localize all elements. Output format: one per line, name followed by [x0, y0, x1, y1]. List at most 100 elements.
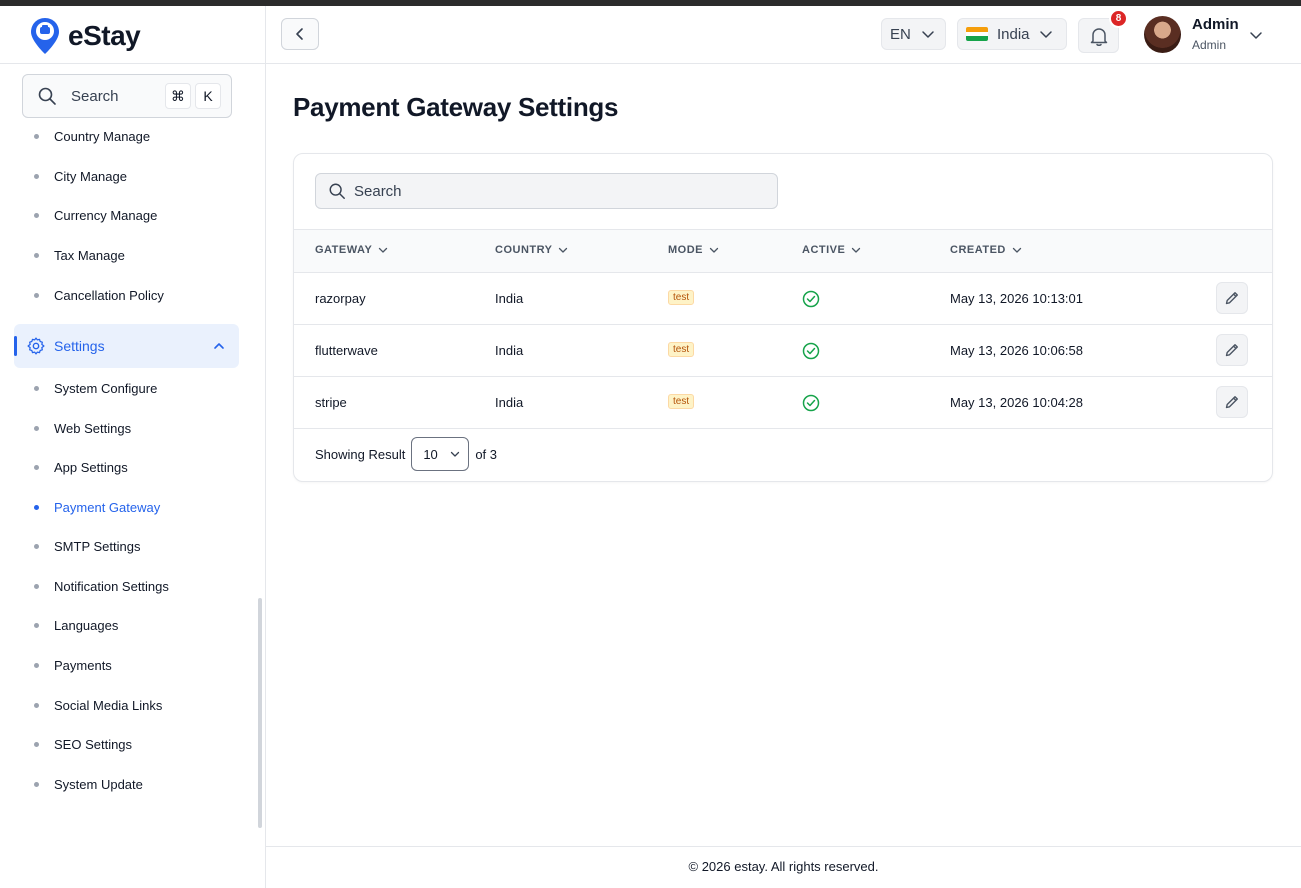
- sidebar-item-label: City Manage: [54, 168, 127, 184]
- column-header-label: COUNTRY: [495, 244, 553, 256]
- bullet-icon: [34, 133, 39, 139]
- chevron-down-icon: [450, 451, 459, 457]
- column-header-mode[interactable]: MODE: [668, 244, 719, 256]
- mode-badge: test: [668, 342, 695, 357]
- bullet-icon: [34, 543, 39, 549]
- sidebar-item-languages[interactable]: Languages: [34, 615, 118, 635]
- column-header-created[interactable]: CREATED: [950, 244, 1022, 256]
- sidebar-item-system-update[interactable]: System Update: [34, 774, 143, 794]
- sidebar-item-payments[interactable]: Payments: [34, 655, 112, 675]
- user-role: Admin: [1192, 38, 1227, 52]
- sidebar-item-label: Cancellation Policy: [54, 287, 164, 303]
- sidebar-scrollbar[interactable]: [258, 598, 262, 828]
- sidebar-item-country-manage[interactable]: Country Manage: [34, 126, 150, 146]
- sidebar-item-web-settings[interactable]: Web Settings: [34, 418, 131, 438]
- table-row: stripe India test May 13, 2026 10:04:28: [294, 377, 1272, 429]
- table-search-placeholder: Search: [354, 182, 402, 200]
- sidebar-item-smtp-settings[interactable]: SMTP Settings: [34, 536, 140, 556]
- sidebar-item-city-manage[interactable]: City Manage: [34, 166, 127, 186]
- bullet-icon: [34, 292, 39, 298]
- cell-country: India: [495, 343, 524, 358]
- user-name: Admin: [1192, 16, 1239, 33]
- divider: [0, 63, 266, 64]
- sidebar-group-settings[interactable]: Settings: [14, 324, 239, 368]
- footer-divider: [266, 846, 1301, 847]
- check-circle-icon: [802, 342, 820, 360]
- language-select[interactable]: EN: [881, 18, 946, 50]
- country-select[interactable]: India: [957, 18, 1067, 50]
- sidebar-item-label: Social Media Links: [54, 697, 163, 713]
- active-indicator: [14, 336, 17, 356]
- table-header: GATEWAY COUNTRY MODE ACTIVE CREATED: [294, 229, 1272, 273]
- cell-gateway: flutterwave: [315, 343, 378, 358]
- sidebar-item-notification-settings[interactable]: Notification Settings: [34, 576, 169, 596]
- page-size-select[interactable]: 10: [411, 437, 470, 471]
- page-size-value: 10: [423, 446, 438, 462]
- table-search-input[interactable]: Search: [315, 173, 778, 209]
- sidebar-item-social-media-links[interactable]: Social Media Links: [34, 695, 162, 715]
- edit-button[interactable]: [1216, 386, 1248, 418]
- sidebar-item-system-configure[interactable]: System Configure: [34, 378, 157, 398]
- chevron-up-icon: [214, 343, 224, 349]
- sidebar-item-cancellation-policy[interactable]: Cancellation Policy: [34, 285, 164, 305]
- chevron-down-icon: [379, 247, 388, 253]
- india-flag-icon: [966, 27, 988, 41]
- bell-icon: [1090, 27, 1107, 46]
- sidebar-search[interactable]: Search ⌘ K: [22, 74, 232, 118]
- bullet-icon: [34, 252, 39, 258]
- check-circle-icon: [802, 394, 820, 412]
- chevron-down-icon[interactable]: [1249, 28, 1263, 42]
- cell-gateway: razorpay: [315, 291, 366, 306]
- pencil-icon: [1225, 292, 1238, 305]
- search-icon: [38, 87, 56, 105]
- bullet-icon: [34, 173, 39, 179]
- logo[interactable]: eStay: [30, 16, 141, 56]
- sidebar-item-app-settings[interactable]: App Settings: [34, 457, 128, 477]
- shortcut-key-cmd: ⌘: [165, 83, 191, 109]
- page-title: Payment Gateway Settings: [293, 92, 619, 122]
- sidebar-item-label: App Settings: [54, 459, 128, 475]
- app-name: eStay: [68, 20, 141, 51]
- edit-button[interactable]: [1216, 334, 1248, 366]
- search-icon: [329, 183, 345, 199]
- table-row: flutterwave India test May 13, 2026 10:0…: [294, 325, 1272, 377]
- gear-icon: [27, 337, 45, 355]
- footer: © 2026 estay. All rights reserved.: [688, 859, 879, 874]
- shortcut-key-k: K: [195, 83, 221, 109]
- sidebar-item-seo-settings[interactable]: SEO Settings: [34, 734, 132, 754]
- pencil-icon: [1225, 344, 1238, 357]
- sidebar-item-label: Web Settings: [54, 420, 132, 436]
- language-value: EN: [890, 25, 911, 43]
- chevron-down-icon: [1012, 247, 1022, 253]
- sidebar-item-currency-manage[interactable]: Currency Manage: [34, 205, 157, 225]
- chevron-down-icon: [559, 247, 568, 253]
- column-header-label: CREATED: [950, 244, 1006, 256]
- cell-gateway: stripe: [315, 395, 347, 410]
- pagination: Showing Result 10 of 3: [315, 437, 497, 471]
- column-header-label: ACTIVE: [802, 244, 846, 256]
- column-header-country[interactable]: COUNTRY: [495, 244, 568, 256]
- column-header-label: GATEWAY: [315, 244, 373, 256]
- mode-badge: test: [668, 394, 695, 409]
- bullet-icon: [34, 212, 39, 218]
- sidebar-item-label: Payment Gateway: [54, 499, 161, 515]
- bullet-icon: [34, 464, 39, 470]
- bullet-icon: [34, 504, 39, 510]
- sidebar-item-label: System Update: [54, 776, 143, 792]
- sidebar-item-label: Languages: [54, 617, 119, 633]
- check-circle-icon: [802, 290, 820, 308]
- cell-country: India: [495, 291, 524, 306]
- sidebar-item-payment-gateway[interactable]: Payment Gateway: [34, 497, 160, 517]
- table-row: razorpay India test May 13, 2026 10:13:0…: [294, 273, 1272, 325]
- avatar[interactable]: [1144, 16, 1181, 53]
- notification-count-badge: 8: [1109, 9, 1128, 28]
- pager-label: Showing Result: [315, 446, 406, 462]
- sidebar-item-tax-manage[interactable]: Tax Manage: [34, 245, 125, 265]
- back-button[interactable]: [281, 18, 319, 50]
- cell-created: May 13, 2026 10:04:28: [950, 395, 1083, 410]
- column-header-gateway[interactable]: GATEWAY: [315, 244, 388, 256]
- bullet-icon: [34, 622, 39, 628]
- column-header-active[interactable]: ACTIVE: [802, 244, 861, 256]
- sidebar-item-label: SMTP Settings: [54, 538, 141, 554]
- edit-button[interactable]: [1216, 282, 1248, 314]
